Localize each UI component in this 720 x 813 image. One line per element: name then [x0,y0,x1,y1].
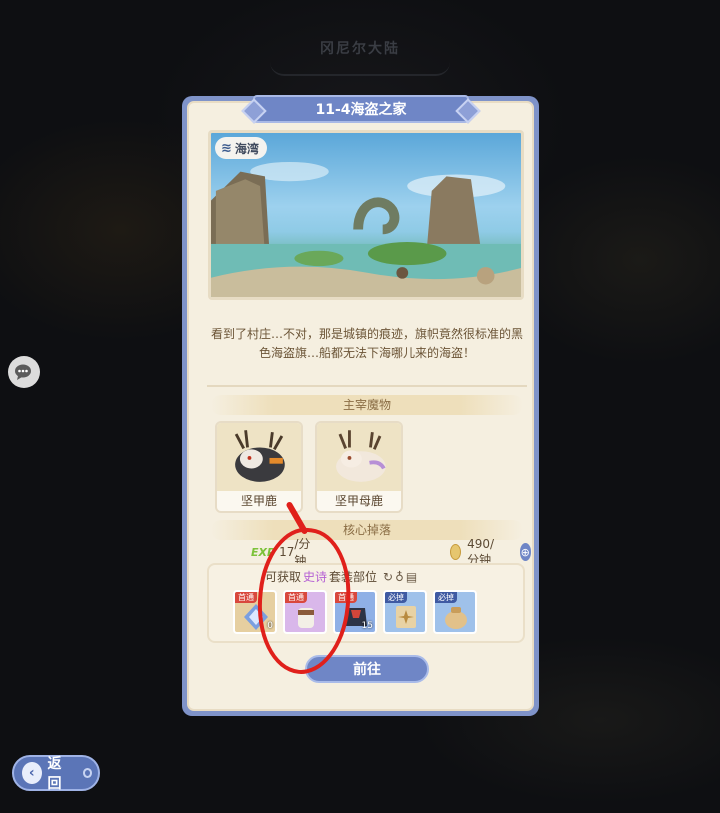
zone-tag: ≋ 海湾 [215,137,267,159]
item-tag: 必掉 [385,592,407,603]
item-tag: 首通 [335,592,357,603]
stage-dialog: 11-4海盗之家 ≋ 海湾 看到了村庄…不对，那是城镇的痕迹，旗帜竟然很标准的黑… [182,95,539,716]
drop-item[interactable]: 必掉 [433,590,477,634]
monster-portrait [317,423,401,491]
divider [207,385,527,387]
item-tag: 首通 [285,592,307,603]
back-button[interactable]: ‹ 返 回 [12,755,100,792]
chat-button[interactable] [8,356,40,388]
decoration-icon [82,768,92,778]
reward-rates: EXP 17 /分钟 490/分钟 ⊕ [251,537,531,568]
scroll-icon [396,606,416,628]
go-button[interactable]: 前往 [305,655,429,683]
monster-portrait [217,423,301,491]
chat-icon [15,364,31,380]
monster-card[interactable]: 坚甲鹿 [215,421,303,513]
deer-icon [336,430,386,482]
item-count: 15 [361,621,373,631]
stage-description: 看到了村庄…不对，那是城镇的痕迹，旗帜竟然很标准的黑色海盗旗…船都无法下海哪儿来… [210,327,523,360]
back-button-label: 返 回 [47,756,62,792]
monster-card[interactable]: 坚甲母鹿 [315,421,403,513]
bracer-icon [298,608,314,628]
set-part-icons: ↻♁▤ [383,569,420,584]
drop-item[interactable]: 首通 15 [333,590,377,634]
back-arrow-icon: ‹ [22,762,42,784]
drop-quality: 史诗 [303,570,328,584]
wave-icon: ≋ [221,140,232,156]
drop-info: 可获取 史诗 套装部位 ↻♁▤ [265,568,419,585]
drop-item[interactable]: 首通 [283,590,327,634]
drop-item[interactable]: 首通 0 [233,590,277,634]
section-header-monsters: 主宰魔物 [211,395,523,415]
drop-info-prefix: 可获取 [265,570,302,584]
zone-tag-label: 海湾 [234,141,259,156]
zoom-icon[interactable]: ⊕ [519,543,531,561]
item-tag: 必掉 [435,592,457,603]
pouch-icon [445,607,467,629]
exp-rate: 17 [279,545,295,559]
stage-preview-image: ≋ 海湾 [208,130,524,300]
drop-item[interactable]: 必掉 [383,590,427,634]
deer-icon [234,430,285,482]
item-tag: 首通 [235,592,257,603]
stage-title: 11-4海盗之家 [253,95,469,123]
region-title: 冈尼尔大陆 [320,41,400,57]
exp-icon: EXP [251,545,276,559]
region-title-decoration [270,62,450,76]
stage-dialog-body: 11-4海盗之家 ≋ 海湾 看到了村庄…不对，那是城镇的痕迹，旗帜竟然很标准的黑… [187,95,534,711]
monster-name: 坚甲母鹿 [334,494,383,508]
item-count: 0 [267,621,273,631]
drop-info-suffix: 套装部位 [329,570,378,584]
gold-icon [450,544,462,560]
